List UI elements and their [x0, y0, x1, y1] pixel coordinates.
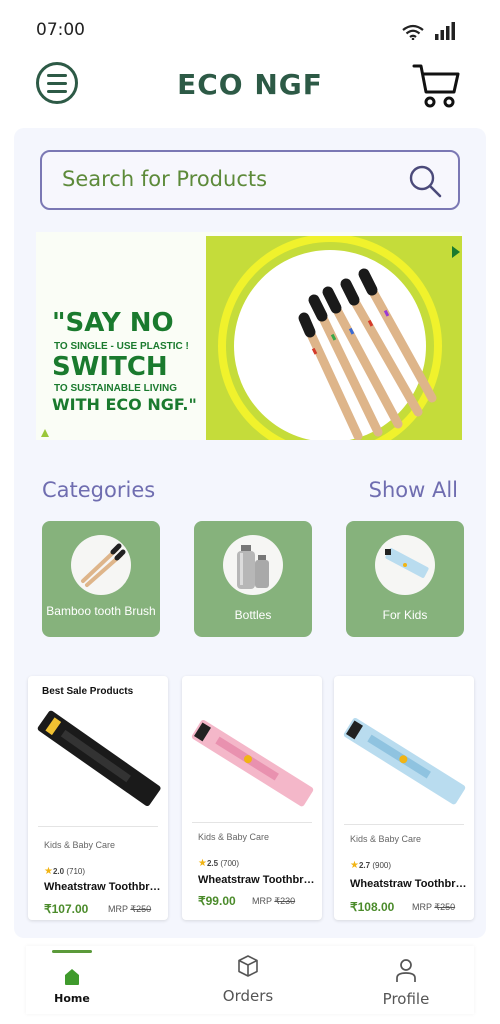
best-sale-heading: Best Sale Products	[42, 686, 134, 697]
product-category: Kids & Baby Care	[350, 834, 422, 844]
category-label: Bamboo tooth Brush	[46, 604, 156, 618]
nav-label: Orders	[222, 987, 274, 1005]
cart-icon[interactable]	[412, 60, 462, 110]
product-name: Wheatstraw Toothbrush	[198, 874, 316, 886]
category-label: For Kids	[382, 608, 428, 622]
show-all-link[interactable]: Show All	[369, 478, 458, 502]
product-mrp: MRP ₹250	[412, 902, 456, 912]
signal-icon	[435, 22, 455, 40]
nav-label: Profile	[382, 990, 430, 1008]
app-header: ECO NGF	[0, 56, 500, 120]
product-card[interactable]: Best Sale Products Kids & Baby Care ★2.0…	[28, 676, 168, 920]
nav-home[interactable]: Home	[52, 946, 92, 1014]
status-time: 07:00	[36, 20, 85, 40]
banner-line-2: TO SINGLE - USE PLASTIC !	[54, 341, 189, 352]
toothbrush-banner-image	[206, 236, 462, 440]
category-bamboo-toothbrush[interactable]: Bamboo tooth Brush	[42, 521, 160, 637]
product-name: Wheatstraw Toothbrush	[44, 881, 162, 893]
product-mrp: MRP ₹250	[108, 904, 152, 914]
product-category: Kids & Baby Care	[198, 832, 270, 842]
product-rating: ★2.7 (900)	[350, 860, 392, 871]
categories-title: Categories	[42, 478, 156, 502]
nav-orders[interactable]: Orders	[216, 946, 280, 1014]
active-tab-indicator	[52, 950, 92, 953]
product-image	[37, 710, 161, 807]
bottom-nav: Home Orders Profile	[26, 946, 474, 1014]
kids-toothbrush-icon	[375, 535, 435, 595]
home-icon	[65, 969, 79, 985]
bamboo-toothbrush-icon	[71, 535, 131, 595]
products-row: Best Sale Products Kids & Baby Care ★2.0…	[14, 676, 486, 920]
bottles-icon	[223, 535, 283, 595]
triangle-decor-icon	[41, 429, 49, 437]
product-card[interactable]: Kids & Baby Care ★2.7 (900) Wheatstraw T…	[334, 676, 474, 920]
search-input[interactable]: Search for Products	[62, 167, 267, 191]
category-label: Bottles	[234, 608, 272, 622]
box-icon	[238, 955, 258, 977]
search-bar[interactable]: Search for Products	[40, 150, 460, 210]
star-icon: ★	[44, 866, 53, 877]
promo-banner[interactable]: "SAY NO TO SINGLE - USE PLASTIC ! SWITCH…	[36, 232, 462, 440]
banner-line-3: SWITCH	[52, 352, 168, 382]
product-price: ₹99.00	[198, 894, 236, 908]
product-price: ₹108.00	[350, 900, 395, 914]
wifi-icon	[402, 24, 424, 40]
nav-profile[interactable]: Profile	[376, 946, 436, 1014]
search-icon[interactable]	[406, 162, 444, 200]
category-bottles[interactable]: Bottles	[194, 521, 312, 637]
product-category: Kids & Baby Care	[44, 840, 116, 850]
banner-line-1: "SAY NO	[52, 308, 174, 338]
nav-label: Home	[54, 992, 90, 1005]
user-icon	[396, 959, 416, 982]
product-rating: ★2.5 (700)	[198, 858, 240, 869]
product-image	[343, 717, 466, 805]
product-name: Wheatstraw Toothbrush	[350, 878, 468, 890]
product-card[interactable]: Kids & Baby Care ★2.5 (700) Wheatstraw T…	[182, 676, 322, 920]
status-bar: 07:00	[0, 0, 500, 56]
category-for-kids[interactable]: For Kids	[346, 521, 464, 637]
star-icon: ★	[350, 860, 359, 871]
categories-header: Categories Show All	[42, 478, 458, 508]
banner-line-5: WITH ECO NGF."	[52, 395, 197, 414]
star-icon: ★	[198, 858, 207, 869]
product-price: ₹107.00	[44, 902, 89, 916]
product-image	[191, 719, 314, 807]
product-rating: ★2.0 (710)	[44, 866, 86, 877]
product-mrp: MRP ₹230	[252, 896, 296, 906]
banner-line-4: TO SUSTAINABLE LIVING	[54, 383, 177, 394]
